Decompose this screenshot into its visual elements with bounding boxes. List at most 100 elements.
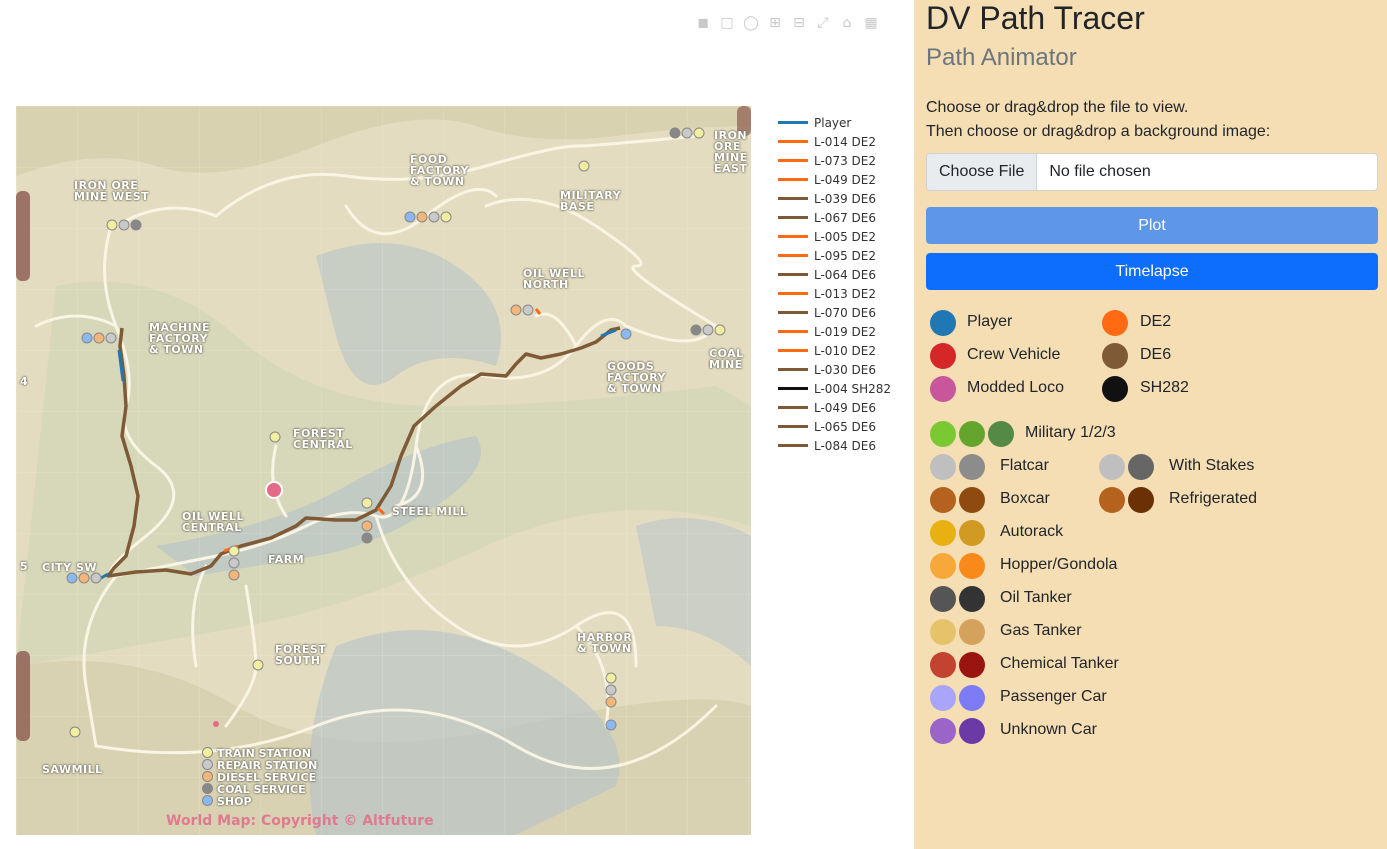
station-marker[interactable] [620,328,632,340]
control-panel: DV Path Tracer Path Animator Choose or d… [914,0,1387,849]
station-marker[interactable] [669,127,681,139]
page-title: DV Path Tracer [926,0,1145,36]
legend-item[interactable]: L-065 DE6 [778,417,891,436]
car-legend-label: Oil Tanker [1000,589,1072,606]
timelapse-button[interactable]: Timelapse [926,253,1378,290]
legend-item[interactable]: L-064 DE6 [778,265,891,284]
legend-item[interactable]: L-004 SH282 [778,379,891,398]
zoom-in-icon[interactable]: ⊞ [766,14,784,32]
plot-legend: Player L-014 DE2 L-073 DE2 L-049 DE2 L-039 D… [778,113,891,455]
station-marker[interactable] [605,719,617,731]
station-marker[interactable] [269,431,281,443]
choose-file-button[interactable]: Choose File [927,154,1038,190]
plot-button[interactable]: Plot [926,207,1378,244]
legend-item[interactable]: L-067 DE6 [778,208,891,227]
legend-item-label: L-064 DE6 [814,267,876,282]
station-marker[interactable] [714,324,726,336]
autoscale-icon[interactable]: ⤢ [814,14,832,32]
plotly-logo-icon[interactable]: ▦ [862,14,880,32]
legend-item[interactable]: L-049 DE2 [778,170,891,189]
legend-label-de2: DE2 [1140,313,1172,330]
legend-item-label: L-013 DE2 [814,286,876,301]
station-marker[interactable] [228,569,240,581]
zoom-out-icon[interactable]: ⊟ [790,14,808,32]
station-marker[interactable] [693,127,705,139]
map-label-harbor: HARBOR & TOWN [577,631,633,655]
car-legend-label: Autorack [1000,523,1064,540]
station-marker[interactable] [416,211,428,223]
station-marker[interactable] [404,211,416,223]
legend-item-label: L-039 DE6 [814,191,876,206]
legend-line-icon [778,387,808,390]
world-map[interactable]: IRON ORE MINE WEST FOOD FACTORY & TOWN M… [16,106,751,835]
station-marker[interactable] [252,659,264,671]
station-marker[interactable] [361,497,373,509]
file-input[interactable]: Choose File No file chosen [926,153,1378,191]
legend-item-label: L-030 DE6 [814,362,876,377]
legend-item[interactable]: L-010 DE2 [778,341,891,360]
station-marker[interactable] [78,572,90,584]
car-color-dot [930,718,956,744]
legend-item[interactable]: L-073 DE2 [778,151,891,170]
station-marker[interactable] [361,520,373,532]
station-marker[interactable] [440,211,452,223]
station-marker[interactable] [66,572,78,584]
legend-line-icon [778,178,808,181]
station-marker[interactable] [605,696,617,708]
map-label-iron-ore-mine-west: IRON ORE MINE WEST [74,179,150,203]
camera-icon[interactable]: ◼ [694,14,712,32]
small-marker [213,721,219,727]
station-marker[interactable] [81,332,93,344]
car-color-dot [959,685,985,711]
legend-label-modded-loco: Modded Loco [967,379,1064,396]
car-color-dot [930,553,956,579]
station-marker[interactable] [510,304,522,316]
legend-item[interactable]: L-049 DE6 [778,398,891,417]
map-label-military-base: MILITARY BASE [560,189,622,213]
station-marker[interactable] [69,726,81,738]
legend-item[interactable]: L-019 DE2 [778,322,891,341]
car-color-dot [959,718,985,744]
legend-item-label: Player [814,115,852,130]
car-legend-label: Passenger Car [1000,688,1107,705]
coal-service-dot-icon [202,783,213,794]
legend-item[interactable]: L-005 DE2 [778,227,891,246]
station-marker[interactable] [605,684,617,696]
station-marker[interactable] [228,557,240,569]
station-marker[interactable] [578,160,590,172]
station-marker[interactable] [681,127,693,139]
legend-line-icon [778,159,808,162]
station-marker[interactable] [228,545,240,557]
station-marker[interactable] [106,219,118,231]
legend-line-icon [778,235,808,238]
station-marker[interactable] [522,304,534,316]
station-marker[interactable] [605,672,617,684]
legend-item[interactable]: Player [778,113,891,132]
station-marker[interactable] [93,332,105,344]
legend-item[interactable]: L-030 DE6 [778,360,891,379]
station-marker[interactable] [130,219,142,231]
home-marker-icon[interactable] [265,481,283,499]
legend-item[interactable]: L-070 DE6 [778,303,891,322]
station-marker[interactable] [90,572,102,584]
station-marker[interactable] [428,211,440,223]
home-icon[interactable]: ⌂ [838,14,856,32]
legend-item[interactable]: L-013 DE2 [778,284,891,303]
station-marker[interactable] [105,332,117,344]
legend-item[interactable]: L-095 DE2 [778,246,891,265]
station-marker[interactable] [702,324,714,336]
legend-item[interactable]: L-084 DE6 [778,436,891,455]
legend-item[interactable]: L-039 DE6 [778,189,891,208]
map-label-farm: FARM [268,553,305,566]
car-color-dot [930,454,956,480]
legend-item[interactable]: L-014 DE2 [778,132,891,151]
legend-line-icon [778,273,808,276]
station-marker[interactable] [690,324,702,336]
station-marker[interactable] [118,219,130,231]
station-marker[interactable] [361,532,373,544]
car-color-dot [1128,487,1154,513]
legend-label-player: Player [967,313,1013,330]
zoom-icon[interactable]: □ [718,14,736,32]
lasso-icon[interactable]: ◯ [742,14,760,32]
car-color-dot [959,454,985,480]
